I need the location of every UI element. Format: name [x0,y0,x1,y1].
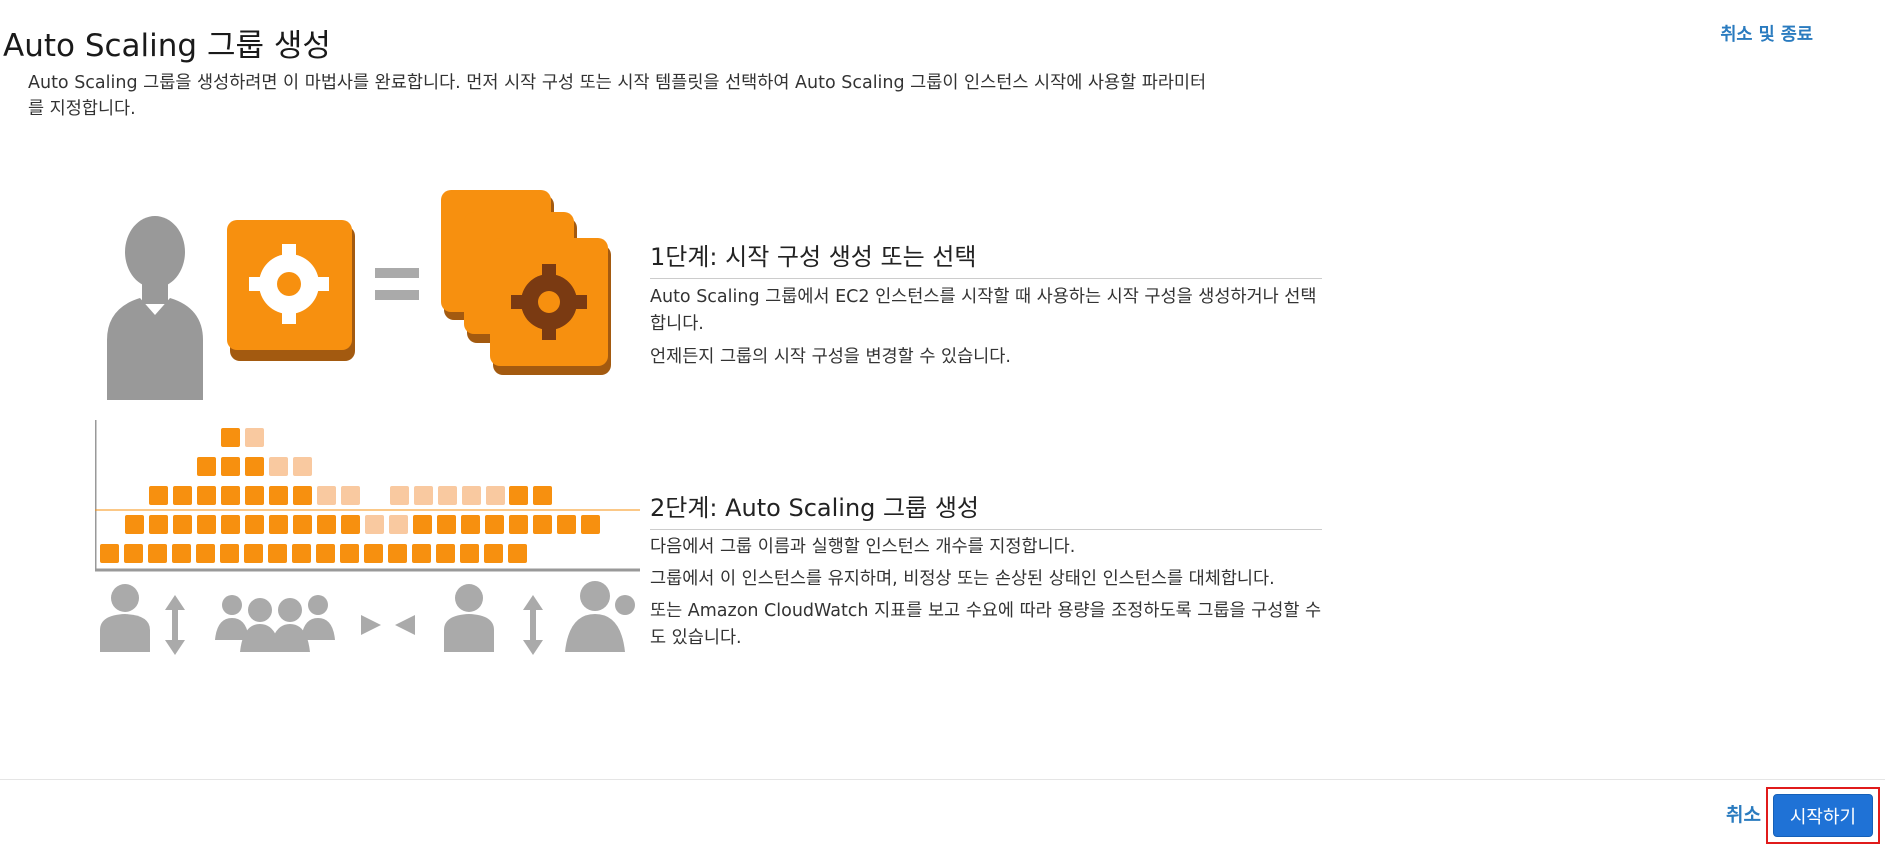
footer-divider [0,779,1885,780]
capacity-cell [292,544,311,563]
capacity-cell [508,544,527,563]
capacity-cell [173,486,192,505]
auto-scaling-illustration [95,190,640,655]
capacity-cell [533,515,552,534]
capacity-cell [438,486,457,505]
capacity-cell [509,486,528,505]
capacity-cell [197,515,216,534]
capacity-cell [172,544,191,563]
up-down-arrow-icon [523,595,543,655]
equals-icon [375,268,419,300]
capacity-cell [196,544,215,563]
capacity-cell [317,486,336,505]
capacity-cell [293,486,312,505]
capacity-cell [124,544,143,563]
intro-text: Auto Scaling 그룹을 생성하려면 이 마법사를 완료합니다. 먼저 … [28,73,1207,119]
capacity-cell [364,544,383,563]
step1-title: 1단계: 시작 구성 생성 또는 선택 [650,237,1322,279]
capacity-cell [533,486,552,505]
capacity-cell [365,515,384,534]
step1-note: 언제든지 그룹의 시작 구성을 변경할 수 있습니다. [650,347,1011,367]
capacity-cell [460,544,479,563]
capacity-cell [412,544,431,563]
user-icon [107,216,203,400]
capacity-cell [173,515,192,534]
capacity-cell [221,457,240,476]
step2-cloudwatch: 또는 Amazon CloudWatch 지표를 보고 수요에 따라 용량을 조… [650,601,1322,648]
capacity-cell [149,515,168,534]
capacity-cell [509,515,528,534]
capacity-cell [221,515,240,534]
capacity-cell [197,457,216,476]
capacity-cell [293,515,312,534]
capacity-cell [341,486,360,505]
up-down-arrow-icon [165,595,185,655]
capacity-cell [269,515,288,534]
group-icon [565,581,635,652]
capacity-cell [245,486,264,505]
capacity-cell [316,544,335,563]
capacity-cell [148,544,167,563]
stacked-gear-cards-icon [441,190,611,375]
capacity-cell [414,486,433,505]
capacity-cell [388,544,407,563]
merge-arrows-icon [361,615,415,635]
capacity-cell [436,544,455,563]
capacity-cell [220,544,239,563]
cancel-button[interactable]: 취소 [1726,800,1761,827]
capacity-cell [197,486,216,505]
step1-description: Auto Scaling 그룹에서 EC2 인스턴스를 시작할 때 사용하는 시… [650,287,1317,334]
capacity-cell [269,486,288,505]
page-title: Auto Scaling 그룹 생성 [3,28,331,64]
capacity-cell [341,515,360,534]
capacity-cell [221,486,240,505]
group-icon [215,595,335,652]
capacity-cell [293,457,312,476]
capacity-cell [245,428,264,447]
capacity-cell [340,544,359,563]
start-button[interactable]: 시작하기 [1773,794,1873,837]
capacity-cell [413,515,432,534]
step2-title: 2단계: Auto Scaling 그룹 생성 [650,488,1322,530]
capacity-bars [95,420,640,572]
cancel-and-exit-link[interactable]: 취소 및 종료 [1720,21,1813,46]
capacity-cell [244,544,263,563]
start-button-highlight: 시작하기 [1766,787,1880,844]
step2-maintain: 그룹에서 이 인스턴스를 유지하며, 비정상 또는 손상된 상태인 인스턴스를 … [650,569,1275,589]
capacity-cell [245,457,264,476]
capacity-cell [462,486,481,505]
capacity-cell [317,515,336,534]
gear-icon [227,220,355,361]
step2-description: 다음에서 그룹 이름과 실행할 인스턴스 개수를 지정합니다. [650,537,1076,557]
capacity-cell [484,544,503,563]
capacity-cell [485,515,504,534]
capacity-cell [390,486,409,505]
capacity-cell [268,544,287,563]
capacity-cell [389,515,408,534]
user-icon [100,584,150,652]
capacity-cell [149,486,168,505]
capacity-cell [269,457,288,476]
capacity-cell [221,428,240,447]
capacity-cell [461,515,480,534]
capacity-cell [125,515,144,534]
capacity-cell [100,544,119,563]
capacity-cell [437,515,456,534]
user-icon [444,584,494,652]
capacity-cell [486,486,505,505]
capacity-cell [245,515,264,534]
capacity-cell [581,515,600,534]
capacity-cell [557,515,576,534]
